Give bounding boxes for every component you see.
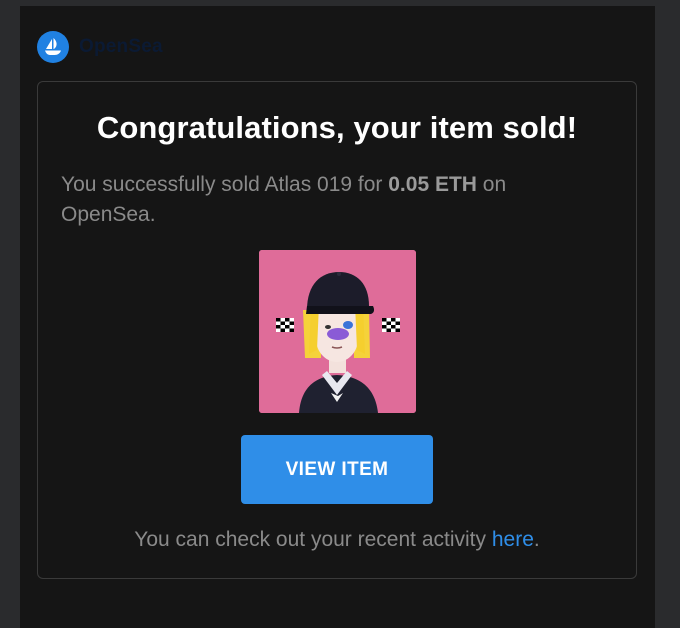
sale-description: You successfully sold Atlas 019 for 0.05… [61,170,601,230]
email-title: Congratulations, your item sold! [96,110,578,145]
email-header: OpenSea [37,31,163,63]
right-checker [382,318,400,332]
left-checker [276,318,294,332]
footer-suffix: . [533,528,540,551]
sale-amount: 0.05 ETH [388,173,477,196]
sale-description-text: You successfully sold Atlas 019 for [61,173,389,196]
brand-name: OpenSea [79,36,163,57]
email-frame: OpenSea Congratulations, your item sold!… [20,6,655,628]
footer-text: You can check out your recent activity [134,528,492,551]
activity-link[interactable]: here [492,528,534,551]
opensea-logo-icon [37,31,69,63]
view-item-button[interactable]: VIEW ITEM [241,435,433,504]
notification-card: Congratulations, your item sold! You suc… [37,81,637,579]
nft-image[interactable] [259,250,416,413]
nft-artwork-icon [259,250,416,413]
activity-footer: You can check out your recent activity h… [38,528,636,552]
